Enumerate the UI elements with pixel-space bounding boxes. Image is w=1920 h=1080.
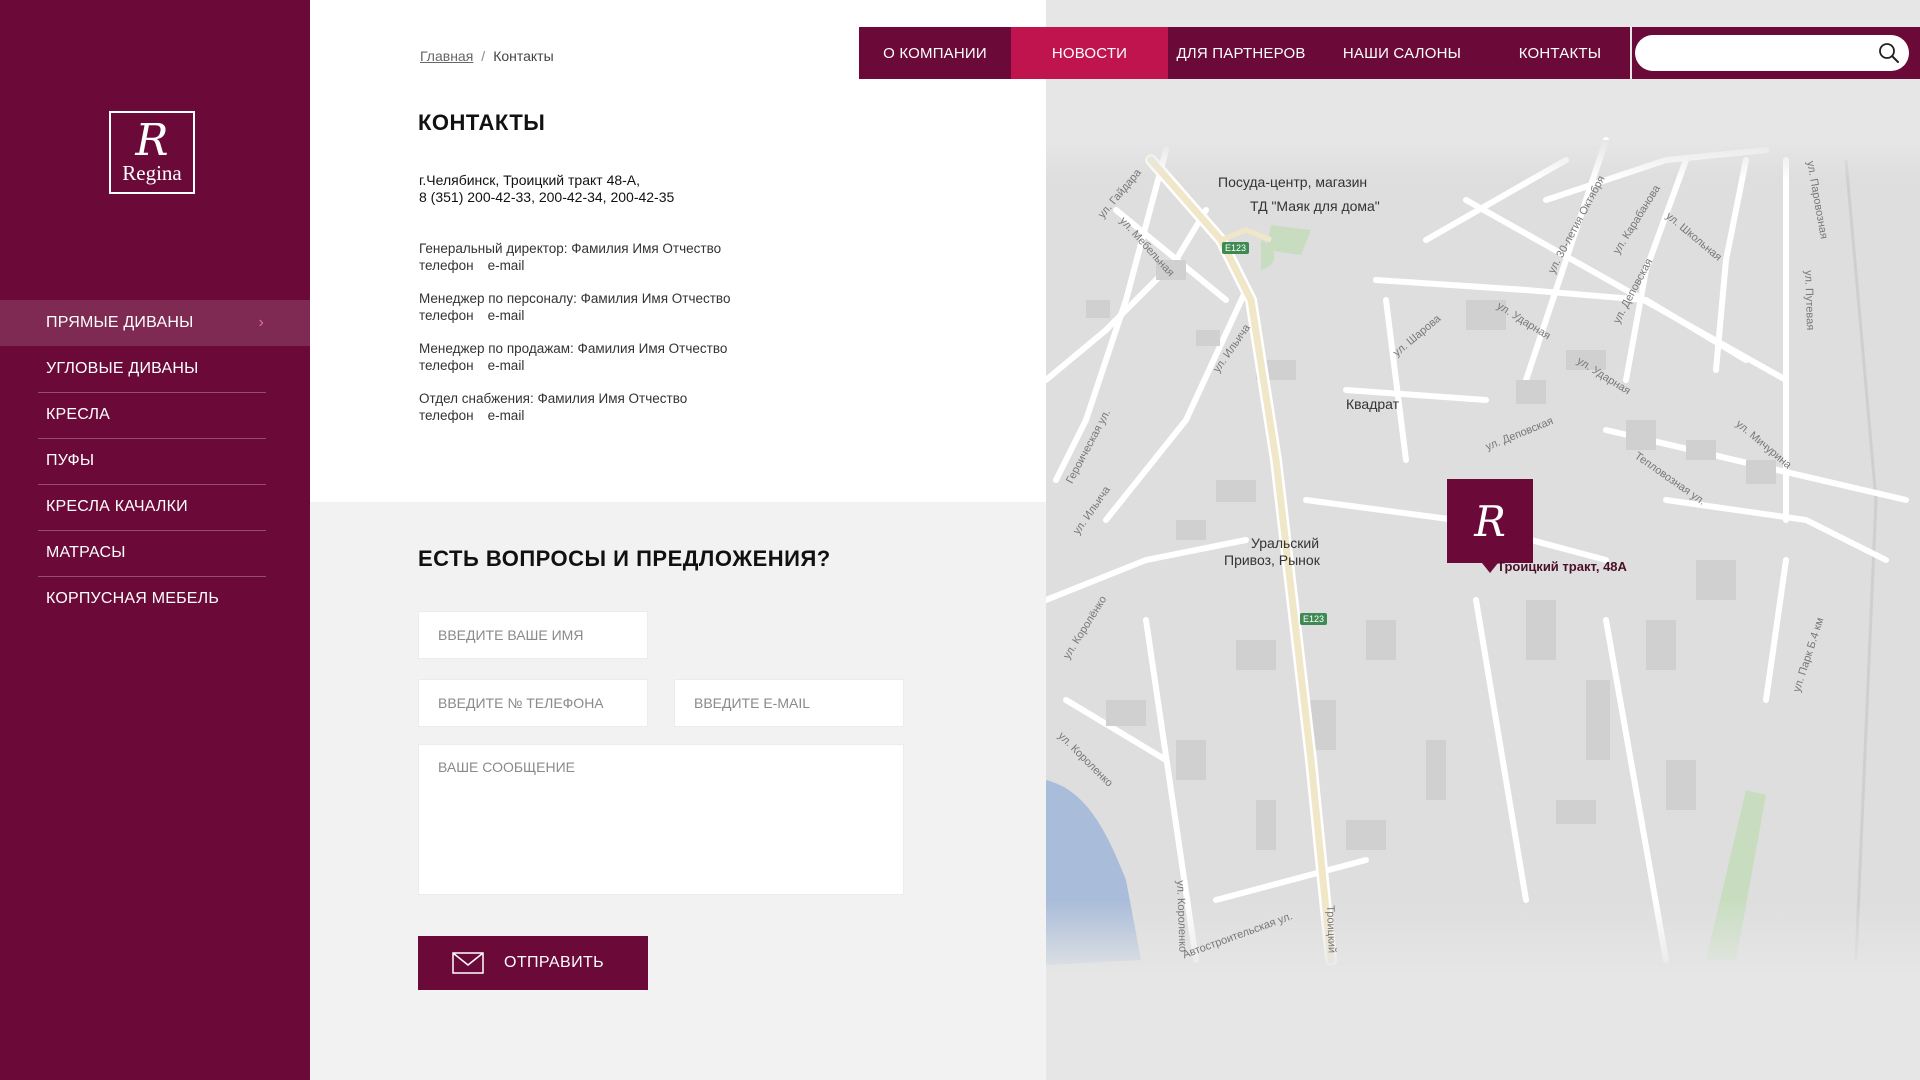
envelope-icon [452,952,484,974]
menu-item-cabinet-furniture[interactable]: КОРПУСНАЯ МЕБЕЛЬ [0,576,310,622]
submit-button-label: ОТПРАВИТЬ [504,954,605,971]
contact-role: Менеджер по продажам: Фамилия Имя Отчест… [419,341,728,356]
marker-address-label[interactable]: Троицкий тракт, 48А [1497,559,1627,574]
contact-phone: телефон [419,258,474,273]
menu-item-label: КРЕСЛА КАЧАЛКИ [46,498,188,515]
breadcrumb-current: Контакты [493,48,554,64]
contact-email: e-mail [487,258,525,273]
chevron-right-icon: › [258,314,264,331]
street-label: ул. Путевая [1802,270,1817,331]
phone-input[interactable] [418,679,648,727]
map-poi-uralsky[interactable]: Уральский [1251,535,1319,551]
menu-item-label: ПРЯМЫЕ ДИВАНЫ [46,314,194,331]
name-input[interactable] [418,611,648,659]
menu-item-label: КРЕСЛА [46,406,111,423]
search-icon[interactable] [1878,42,1900,64]
search-bar [1632,27,1920,79]
contact-role: Менеджер по персоналу: Фамилия Имя Отчес… [419,291,731,306]
street-label: ул. Короленко [1174,880,1189,953]
breadcrumb: Главная / Контакты [420,48,554,64]
nav-about[interactable]: О КОМПАНИИ [859,27,1011,79]
map-poi-kvadrat[interactable]: Квадрат [1346,396,1399,412]
contact-item: Менеджер по персоналу: Фамилия Имя Отчес… [419,290,730,324]
road-badge-e123: E123 [1300,613,1328,625]
contact-phone: телефон [419,308,474,323]
map-poi-posuda[interactable]: Посуда-центр, магазин [1218,174,1367,190]
menu-item-label: КОРПУСНАЯ МЕБЕЛЬ [46,590,220,607]
regina-logo[interactable]: R Regina [109,111,195,194]
breadcrumb-home-link[interactable]: Главная [420,48,473,64]
contact-phone: телефон [419,408,474,423]
phones-line: 8 (351) 200-42-33, 200-42-34, 200-42-35 [419,189,675,205]
feedback-form: ЕСТЬ ВОПРОСЫ И ПРЕДЛОЖЕНИЯ? ОТПРАВИТЬ [310,502,1046,1080]
nav-partners[interactable]: ДЛЯ ПАРТНЕРОВ [1168,27,1314,79]
contact-role: Генеральный директор: Фамилия Имя Отчест… [419,241,722,256]
menu-item-label: МАТРАСЫ [46,544,126,561]
menu-item-armchairs[interactable]: КРЕСЛА [0,392,310,438]
logo-brand-name: Regina [122,160,182,185]
contact-email: e-mail [487,408,525,423]
menu-item-poufs[interactable]: ПУФЫ [0,438,310,484]
menu-item-rocking-chairs[interactable]: КРЕСЛА КАЧАЛКИ [0,484,310,530]
submit-button[interactable]: ОТПРАВИТЬ [418,936,648,990]
menu-item-corner-sofas[interactable]: УГЛОВЫЕ ДИВАНЫ [0,346,310,392]
form-title: ЕСТЬ ВОПРОСЫ И ПРЕДЛОЖЕНИЯ? [418,546,831,571]
nav-news[interactable]: НОВОСТИ [1011,27,1168,79]
category-menu: ПРЯМЫЕ ДИВАНЫ › УГЛОВЫЕ ДИВАНЫ КРЕСЛА ПУ… [0,300,310,622]
company-address: г.Челябинск, Троицкий тракт 48-А, 8 (351… [419,172,674,206]
contact-phone: телефон [419,358,474,373]
contact-email: e-mail [487,358,525,373]
menu-item-straight-sofas[interactable]: ПРЯМЫЕ ДИВАНЫ › [0,300,310,346]
map-poi-mayak[interactable]: ТД "Маяк для дома" [1250,198,1380,214]
marker-logo-icon: R [1474,496,1506,546]
sidebar: R Regina ПРЯМЫЕ ДИВАНЫ › УГЛОВЫЕ ДИВАНЫ … [0,0,310,1080]
contact-role: Отдел снабжения: Фамилия Имя Отчество [419,391,688,406]
contact-item: Генеральный директор: Фамилия Имя Отчест… [419,240,730,274]
contact-item: Менеджер по продажам: Фамилия Имя Отчест… [419,340,730,374]
map-poi-privoz[interactable]: Привоз, Рынок [1224,552,1320,568]
search-input[interactable] [1635,35,1909,71]
address-line: г.Челябинск, Троицкий тракт 48-А, [419,172,641,188]
top-navigation: О КОМПАНИИ НОВОСТИ ДЛЯ ПАРТНЕРОВ НАШИ СА… [859,27,1630,79]
message-textarea[interactable] [418,744,904,895]
email-input[interactable] [674,679,904,727]
contact-item: Отдел снабжения: Фамилия Имя Отчество те… [419,390,730,424]
contact-list: Генеральный директор: Фамилия Имя Отчест… [419,240,730,440]
breadcrumb-separator: / [481,48,486,64]
page-title: КОНТАКТЫ [418,110,546,135]
menu-item-label: УГЛОВЫЕ ДИВАНЫ [46,360,199,377]
menu-item-label: ПУФЫ [46,452,95,469]
road-badge-e123: E123 [1222,242,1250,254]
street-label: Троицкий [1324,905,1338,954]
location-map[interactable]: Посуда-центр, магазин ТД "Маяк для дома"… [1046,0,1920,1080]
location-marker[interactable]: R [1447,479,1533,573]
logo-monogram: R [135,114,169,166]
contact-email: e-mail [487,308,525,323]
menu-item-mattresses[interactable]: МАТРАСЫ [0,530,310,576]
nav-salons[interactable]: НАШИ САЛОНЫ [1314,27,1490,79]
nav-contacts[interactable]: КОНТАКТЫ [1490,27,1630,79]
